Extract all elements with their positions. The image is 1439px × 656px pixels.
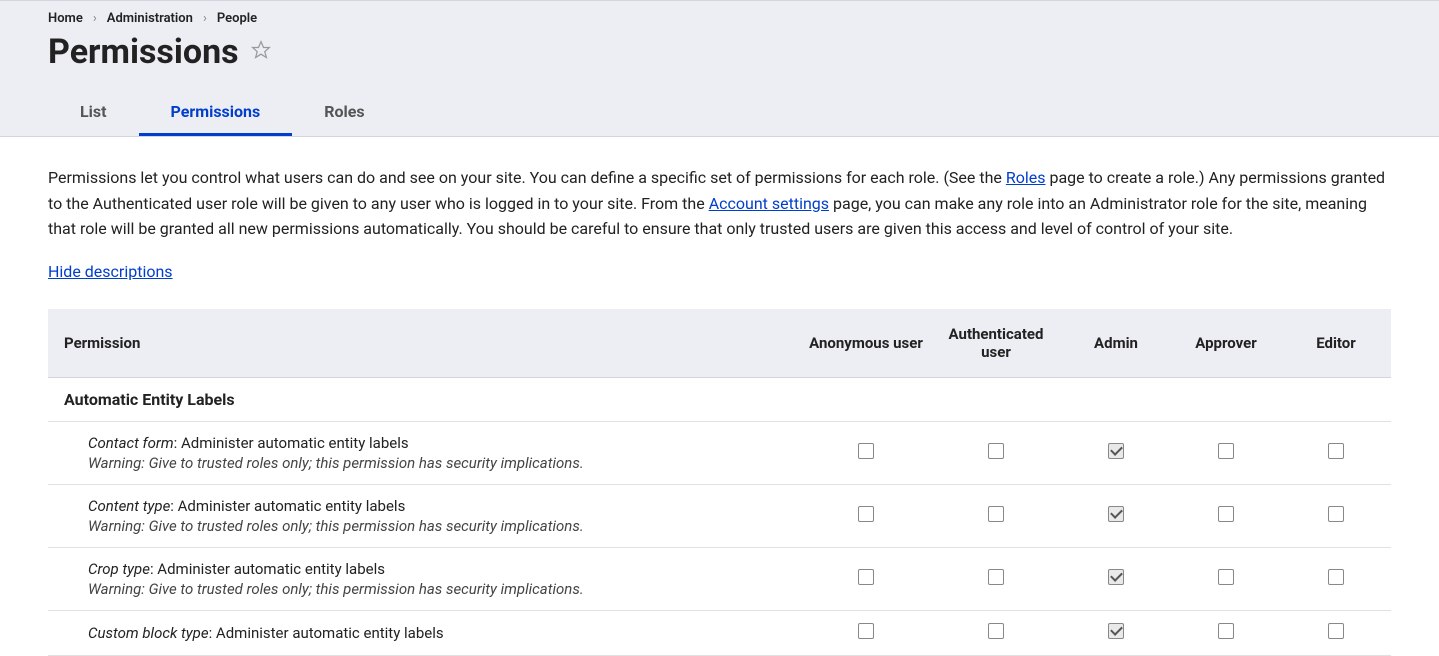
- permission-label: Crop type: Administer automatic entity l…: [88, 560, 793, 578]
- star-icon[interactable]: [251, 40, 271, 64]
- checkbox-approver[interactable]: [1218, 506, 1234, 522]
- checkbox-cell-anonymous: [801, 547, 931, 610]
- checkbox-approver[interactable]: [1218, 443, 1234, 459]
- checkbox-anonymous[interactable]: [858, 569, 874, 585]
- col-header-authenticated: Authenticated user: [931, 309, 1061, 378]
- page-title: Permissions: [48, 32, 239, 72]
- tabs: List Permissions Roles: [48, 92, 1391, 136]
- checkbox-authenticated[interactable]: [988, 443, 1004, 459]
- checkbox-cell-admin: [1061, 547, 1171, 610]
- permission-suffix: : Administer automatic entity labels: [170, 497, 405, 515]
- checkbox-cell-admin: [1061, 421, 1171, 484]
- permission-label: Contact form: Administer automatic entit…: [88, 434, 793, 452]
- checkbox-admin[interactable]: [1108, 569, 1124, 585]
- permission-name-cell: Contact form: Administer automatic entit…: [48, 421, 801, 484]
- intro-text-part1: Permissions let you control what users c…: [48, 168, 1006, 187]
- checkbox-editor[interactable]: [1328, 569, 1344, 585]
- chevron-right-icon: ›: [93, 11, 97, 26]
- checkbox-admin[interactable]: [1108, 506, 1124, 522]
- checkbox-authenticated[interactable]: [988, 569, 1004, 585]
- checkbox-cell-approver: [1171, 610, 1281, 655]
- checkbox-cell-admin: [1061, 610, 1171, 655]
- col-header-admin: Admin: [1061, 309, 1171, 378]
- tab-roles[interactable]: Roles: [292, 92, 396, 136]
- checkbox-cell-approver: [1171, 547, 1281, 610]
- checkbox-cell-authenticated: [931, 484, 1061, 547]
- breadcrumb-item-home[interactable]: Home: [48, 11, 83, 26]
- table-row: Contact form: Administer automatic entit…: [48, 421, 1391, 484]
- checkbox-cell-authenticated: [931, 610, 1061, 655]
- hide-descriptions-link[interactable]: Hide descriptions: [48, 262, 173, 281]
- checkbox-anonymous[interactable]: [858, 506, 874, 522]
- permission-name-cell: Crop type: Administer automatic entity l…: [48, 547, 801, 610]
- checkbox-editor[interactable]: [1328, 506, 1344, 522]
- col-header-anonymous: Anonymous user: [801, 309, 931, 378]
- permission-warning: Warning: Give to trusted roles only; thi…: [88, 517, 793, 535]
- permission-suffix: : Administer automatic entity labels: [150, 560, 385, 578]
- checkbox-editor[interactable]: [1328, 623, 1344, 639]
- checkbox-cell-editor: [1281, 547, 1391, 610]
- permission-entity-name: Content type: [88, 497, 170, 515]
- checkbox-approver[interactable]: [1218, 569, 1234, 585]
- checkbox-approver[interactable]: [1218, 623, 1234, 639]
- checkbox-cell-editor: [1281, 484, 1391, 547]
- tab-permissions[interactable]: Permissions: [139, 92, 293, 136]
- checkbox-editor[interactable]: [1328, 443, 1344, 459]
- account-settings-link[interactable]: Account settings: [709, 194, 829, 213]
- checkbox-authenticated[interactable]: [988, 623, 1004, 639]
- checkbox-cell-authenticated: [931, 421, 1061, 484]
- permission-label: Custom block type: Administer automatic …: [88, 624, 793, 642]
- page-title-row: Permissions: [48, 32, 1391, 92]
- permission-entity-name: Custom block type: [88, 624, 209, 642]
- checkbox-admin[interactable]: [1108, 623, 1124, 639]
- checkbox-cell-editor: [1281, 421, 1391, 484]
- permission-suffix: : Administer automatic entity labels: [174, 434, 409, 452]
- checkbox-cell-admin: [1061, 484, 1171, 547]
- chevron-right-icon: ›: [203, 11, 207, 26]
- checkbox-cell-editor: [1281, 610, 1391, 655]
- checkbox-cell-approver: [1171, 484, 1281, 547]
- table-row: Crop type: Administer automatic entity l…: [48, 547, 1391, 610]
- col-header-permission: Permission: [48, 309, 801, 378]
- checkbox-cell-anonymous: [801, 421, 931, 484]
- breadcrumb: Home › Administration › People: [48, 11, 1391, 32]
- checkbox-cell-anonymous: [801, 484, 931, 547]
- table-row: Custom block type: Administer automatic …: [48, 610, 1391, 655]
- permission-suffix: : Administer automatic entity labels: [209, 624, 444, 642]
- tab-list[interactable]: List: [48, 92, 139, 136]
- permission-entity-name: Contact form: [88, 434, 174, 452]
- permission-warning: Warning: Give to trusted roles only; thi…: [88, 454, 793, 472]
- permission-label: Content type: Administer automatic entit…: [88, 497, 793, 515]
- header-region: Home › Administration › People Permissio…: [0, 0, 1439, 136]
- checkbox-anonymous[interactable]: [858, 443, 874, 459]
- checkbox-cell-anonymous: [801, 610, 931, 655]
- col-header-editor: Editor: [1281, 309, 1391, 378]
- table-row: Content type: Administer automatic entit…: [48, 484, 1391, 547]
- permission-entity-name: Crop type: [88, 560, 150, 578]
- permission-name-cell: Custom block type: Administer automatic …: [48, 610, 801, 655]
- roles-link[interactable]: Roles: [1006, 168, 1046, 187]
- intro-paragraph: Permissions let you control what users c…: [48, 165, 1388, 242]
- breadcrumb-item-people[interactable]: People: [217, 11, 257, 26]
- permission-group-label: Automatic Entity Labels: [48, 377, 1391, 421]
- breadcrumb-item-administration[interactable]: Administration: [107, 11, 193, 26]
- checkbox-anonymous[interactable]: [858, 623, 874, 639]
- permission-warning: Warning: Give to trusted roles only; thi…: [88, 580, 793, 598]
- main-content: Permissions let you control what users c…: [0, 136, 1439, 656]
- permissions-table: Permission Anonymous user Authenticated …: [48, 309, 1391, 656]
- permission-name-cell: Content type: Administer automatic entit…: [48, 484, 801, 547]
- checkbox-authenticated[interactable]: [988, 506, 1004, 522]
- table-header-row: Permission Anonymous user Authenticated …: [48, 309, 1391, 378]
- col-header-approver: Approver: [1171, 309, 1281, 378]
- checkbox-admin[interactable]: [1108, 443, 1124, 459]
- checkbox-cell-approver: [1171, 421, 1281, 484]
- checkbox-cell-authenticated: [931, 547, 1061, 610]
- permission-group-row: Automatic Entity Labels: [48, 377, 1391, 421]
